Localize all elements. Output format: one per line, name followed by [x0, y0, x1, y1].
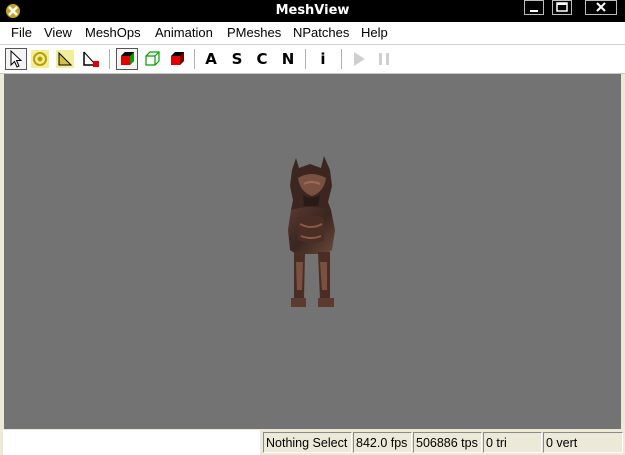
menu-meshops[interactable]: MeshOps [85, 25, 141, 40]
dog-mesh-render [288, 156, 335, 307]
title-bar[interactable]: MeshView [0, 0, 625, 22]
status-triangles: 0 tri [483, 432, 542, 453]
toolbar-n-button[interactable]: N [277, 48, 299, 70]
close-icon [596, 2, 606, 12]
scale-tool-button[interactable] [54, 48, 76, 70]
status-bar: Nothing Select 842.0 fps 506886 tps 0 tr… [0, 430, 625, 455]
select-arrow-icon [10, 50, 23, 68]
shaded-cube-icon [171, 52, 184, 65]
select-tool-button[interactable] [5, 48, 27, 70]
solid-view-button[interactable] [116, 48, 138, 70]
toolbar-separator [109, 49, 110, 69]
pause-icon [379, 53, 389, 65]
menu-view[interactable]: View [44, 25, 72, 40]
toolbar-a-button[interactable]: A [200, 48, 222, 70]
shaded-view-button[interactable] [166, 48, 188, 70]
menu-npatches[interactable]: NPatches [293, 25, 349, 40]
info-button[interactable]: i [312, 48, 334, 70]
menu-bar: File View MeshOps Animation PMeshes NPat… [0, 22, 625, 45]
wireframe-cube-icon [145, 51, 160, 66]
menu-file[interactable]: File [11, 25, 32, 40]
toolbar-separator [194, 49, 195, 69]
translate-tool-button[interactable] [80, 48, 102, 70]
toolbar-separator [305, 49, 306, 69]
minimize-button[interactable] [524, 0, 544, 15]
status-message-area [3, 430, 260, 455]
toolbar-s-button[interactable]: S [226, 48, 248, 70]
maximize-button[interactable] [552, 0, 572, 15]
status-tps: 506886 tps [413, 432, 482, 453]
rotate-icon [31, 50, 49, 68]
pause-button[interactable] [373, 48, 395, 70]
play-icon [354, 52, 365, 66]
maximize-icon [556, 2, 568, 12]
3d-viewport[interactable] [4, 74, 621, 429]
menu-animation[interactable]: Animation [155, 25, 213, 40]
minimize-icon [530, 10, 538, 12]
status-vertices: 0 vert [543, 432, 623, 453]
rotate-tool-button[interactable] [29, 48, 51, 70]
meshview-window: MeshView File View MeshOps Animation PMe… [0, 0, 625, 455]
status-selection: Nothing Select [263, 432, 352, 453]
close-button[interactable] [585, 0, 617, 15]
status-fps: 842.0 fps [353, 432, 412, 453]
scale-icon [56, 50, 74, 68]
wireframe-view-button[interactable] [141, 48, 163, 70]
toolbar-separator [341, 49, 342, 69]
toolbar: A S C N i [0, 45, 625, 74]
menu-pmeshes[interactable]: PMeshes [227, 25, 281, 40]
toolbar-c-button[interactable]: C [251, 48, 273, 70]
play-button[interactable] [348, 48, 370, 70]
menu-help[interactable]: Help [361, 25, 388, 40]
translate-icon [83, 51, 99, 67]
solid-cube-icon [121, 52, 134, 65]
